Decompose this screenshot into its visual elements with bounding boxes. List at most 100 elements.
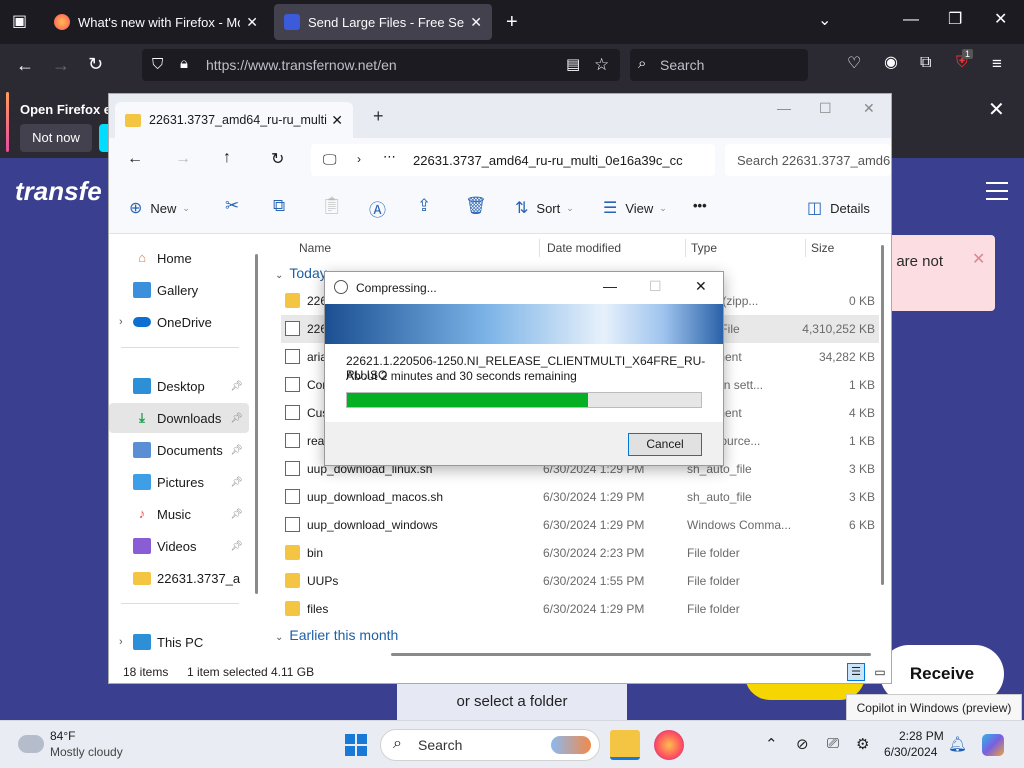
close-tab-icon[interactable]: ✕	[246, 14, 258, 31]
new-tab-button[interactable]: +	[506, 12, 518, 32]
share-icon[interactable]: ⇪	[417, 196, 431, 216]
sidebar-item-home[interactable]: ⌂ Home	[109, 243, 249, 273]
chevron-right-icon[interactable]: ›	[119, 316, 133, 328]
account-icon[interactable]: ◉	[884, 55, 898, 71]
close-dialog-icon[interactable]: ✕	[695, 278, 707, 295]
minimize-icon[interactable]: —	[777, 100, 791, 116]
lock-icon[interactable]: 🔒︎	[180, 56, 188, 71]
cancel-button[interactable]: Cancel	[628, 433, 702, 456]
pocket-icon[interactable]: ♡	[847, 56, 861, 72]
column-header-name[interactable]: Name	[299, 241, 331, 255]
file-row[interactable]: uup_download_windows 6/30/2024 1:29 PM Win…	[281, 511, 879, 539]
list-all-tabs-icon[interactable]: ⌄	[818, 13, 831, 29]
extensions-icon[interactable]: ⧉	[920, 55, 931, 71]
paste-icon[interactable]: 📋︎	[321, 196, 343, 216]
network-icon[interactable]: ⊘	[796, 735, 809, 753]
minimize-icon[interactable]: —	[903, 12, 919, 28]
chevron-right-icon[interactable]: ›	[119, 636, 133, 648]
site-logo[interactable]: transfe	[15, 176, 102, 207]
copilot-icon[interactable]	[982, 734, 1004, 756]
back-icon[interactable]: ←	[127, 150, 143, 168]
group-today[interactable]: ⌄ Today	[275, 265, 327, 281]
sidebar-item-documents[interactable]: Documents 📌︎	[109, 435, 249, 465]
copy-icon[interactable]: ⧉	[273, 196, 285, 216]
notification-close-icon[interactable]: ✕	[988, 97, 1005, 122]
bookmark-star-icon[interactable]: ☆	[594, 56, 609, 73]
sidebar-scrollbar[interactable]	[255, 254, 258, 594]
column-header-size[interactable]: Size	[811, 241, 834, 255]
file-list-hscroll[interactable]	[391, 653, 871, 656]
pc-icon[interactable]: 🖵︎	[323, 151, 337, 168]
tab-whats-new[interactable]: What's new with Firefox - More ✕	[44, 4, 268, 40]
restore-icon[interactable]: ❐	[948, 12, 962, 28]
sidebar-item-videos[interactable]: Videos 📌︎	[109, 531, 249, 561]
maximize-icon[interactable]: ☐	[819, 100, 832, 117]
forward-icon[interactable]: →	[52, 56, 70, 74]
file-row[interactable]: files 6/30/2024 1:29 PM File folder	[281, 595, 879, 623]
up-icon[interactable]: ↑	[223, 149, 231, 167]
settings-icon[interactable]: ⚙	[856, 735, 869, 753]
chevron-right-icon[interactable]: ›	[357, 152, 361, 166]
column-divider[interactable]	[539, 239, 540, 257]
explorer-search[interactable]: Search 22631.3737_amd6	[725, 144, 891, 176]
refresh-icon[interactable]: ↻	[271, 149, 284, 169]
file-row[interactable]: uup_download_macos.sh 6/30/2024 1:29 PM sh…	[281, 483, 879, 511]
file-list-vscroll[interactable]	[881, 245, 884, 585]
tab-send-large-files[interactable]: Send Large Files - Free Secure F ✕	[274, 4, 492, 40]
details-button[interactable]: ◫ Details	[807, 198, 870, 218]
menu-icon[interactable]: ≡	[992, 55, 1002, 72]
rename-icon[interactable]: Ⓐ	[369, 196, 386, 221]
sidebar-item-gallery[interactable]: Gallery	[109, 275, 249, 305]
close-window-icon[interactable]: ✕	[863, 100, 875, 117]
firefox-taskbar-icon[interactable]	[654, 730, 684, 760]
select-folder-link[interactable]: or select a folder	[397, 684, 627, 720]
sidebar-item-music[interactable]: ♪ Music 📌︎	[109, 499, 249, 529]
sidebar-item-onedrive[interactable]: › OneDrive	[109, 307, 249, 337]
sort-button[interactable]: ⇅ Sort ⌄	[515, 198, 574, 218]
firefox-search-bar[interactable]: ⌕ Search	[630, 49, 808, 81]
reload-icon[interactable]: ↻	[88, 55, 103, 73]
notification-bell-icon[interactable]: 🔔︎	[948, 735, 967, 753]
sidebar-item-desktop[interactable]: Desktop 📌︎	[109, 371, 249, 401]
reader-view-icon[interactable]: ▤	[566, 57, 580, 72]
more-options-button[interactable]: •••	[693, 198, 707, 213]
url-text[interactable]: https://www.transfernow.net/en	[206, 57, 397, 73]
close-window-icon[interactable]: ✕	[994, 12, 1007, 28]
chevron-up-icon[interactable]: ⌃	[765, 735, 778, 753]
address-text[interactable]: 22631.3737_amd64_ru-ru_multi_0e16a39c_cc	[413, 153, 693, 168]
toast-close-icon[interactable]: ✕	[972, 249, 985, 269]
more-path-icon[interactable]: ⋯	[383, 149, 396, 165]
new-button[interactable]: ⊕ New ⌄	[129, 198, 190, 218]
delete-icon[interactable]: 🗑︎	[465, 196, 487, 216]
new-tab-icon[interactable]: +	[373, 106, 384, 127]
tab-list-icon[interactable]: ▣	[12, 14, 27, 30]
view-button[interactable]: ☰ View ⌄	[603, 198, 667, 218]
back-icon[interactable]: ←	[16, 56, 34, 74]
column-header-type[interactable]: Type	[691, 241, 717, 255]
file-row[interactable]: bin 6/30/2024 2:23 PM File folder	[281, 539, 879, 567]
details-view-icon[interactable]: ☰	[847, 663, 865, 681]
column-divider[interactable]	[805, 239, 806, 257]
clock-date[interactable]: 6/30/2024	[884, 745, 937, 759]
file-explorer-taskbar-icon[interactable]	[610, 730, 640, 760]
clock-time[interactable]: 2:28 PM	[899, 729, 944, 743]
explorer-tab[interactable]: 22631.3737_amd64_ru-ru_multi ✕	[115, 102, 353, 138]
close-tab-icon[interactable]: ✕	[470, 14, 482, 31]
url-bar[interactable]: ⛉ 🔒︎ https://www.transfernow.net/en ▤ ☆	[142, 49, 620, 81]
column-divider[interactable]	[685, 239, 686, 257]
shield-icon[interactable]: ⛉	[152, 57, 163, 72]
cut-icon[interactable]: ✂	[225, 196, 239, 216]
sidebar-item-this-pc[interactable]: › This PC	[109, 627, 249, 657]
address-bar[interactable]: 🖵︎ › ⋯ 22631.3737_amd64_ru-ru_multi_0e16…	[311, 144, 715, 176]
forward-icon[interactable]: →	[175, 150, 191, 168]
display-icon[interactable]: ⎚	[827, 735, 839, 752]
column-header-date[interactable]: Date modified	[547, 241, 621, 255]
sidebar-item-downloads[interactable]: ⤓ Downloads 📌︎	[109, 403, 249, 433]
minimize-icon[interactable]: —	[603, 278, 617, 294]
close-tab-icon[interactable]: ✕	[331, 112, 343, 129]
sidebar-item-pictures[interactable]: Pictures 📌︎	[109, 467, 249, 497]
taskbar-search[interactable]: ⌕ Search	[380, 729, 600, 761]
sidebar-item-22631-folder[interactable]: 22631.3737_amd	[109, 563, 249, 593]
tiles-view-icon[interactable]: ▭	[871, 663, 889, 681]
file-row[interactable]: UUPs 6/30/2024 1:55 PM File folder	[281, 567, 879, 595]
